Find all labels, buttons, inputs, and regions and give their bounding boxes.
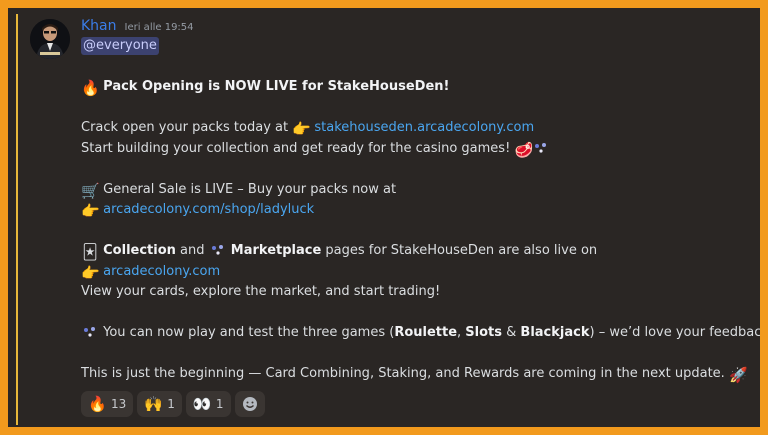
discord-message-frame: Khan Ieri alle 19:54 @everyone 🔥 Pack Op… <box>8 8 760 427</box>
everyone-mention[interactable]: @everyone <box>81 37 159 55</box>
author-name[interactable]: Khan <box>81 16 117 36</box>
steak-icon: 🥩 <box>514 140 534 159</box>
reaction-count: 1 <box>215 396 224 411</box>
point-right-icon: 👉 <box>81 263 100 282</box>
message-header: Khan Ieri alle 19:54 <box>81 16 757 36</box>
sparkle-icon <box>81 325 99 343</box>
shop-link[interactable]: arcadecolony.com/shop/ladyluck <box>103 202 314 217</box>
reaction-fire[interactable]: 🔥 13 <box>81 390 134 417</box>
text-line: View your cards, explore the market, and… <box>81 282 757 303</box>
text-span: pages for StakeHouseDen are also live on <box>321 243 598 258</box>
collection-bold: Collection <box>103 243 176 258</box>
message-content: Khan Ieri alle 19:54 @everyone 🔥 Pack Op… <box>81 16 760 417</box>
text-line: Crack open your packs today at 👉 stakeho… <box>81 118 757 139</box>
text-span: Crack open your packs today at <box>81 120 293 135</box>
eyes-icon: 👀 <box>192 394 212 413</box>
text-line: Start building your collection and get r… <box>81 139 757 160</box>
arcadecolony-link[interactable]: arcadecolony.com <box>103 264 220 279</box>
avatar[interactable] <box>30 19 70 59</box>
text-span: ) – we’d love your feedback! <box>589 325 760 340</box>
mention-line: @everyone <box>81 36 757 57</box>
text-line: This is just the beginning — Card Combin… <box>81 364 757 385</box>
point-right-icon: 👉 <box>292 120 311 138</box>
stakehouseden-link[interactable]: stakehouseden.arcadecolony.com <box>314 120 534 135</box>
text-line: 🛒 General Sale is LIVE – Buy your packs … <box>81 180 757 201</box>
fire-icon: 🔥 <box>81 79 100 97</box>
blackjack-bold: Blackjack <box>520 325 590 340</box>
shopping-cart-icon: 🛒 <box>81 181 100 200</box>
text-span: & <box>502 325 521 340</box>
roulette-bold: Roulette <box>394 325 458 340</box>
reaction-eyes[interactable]: 👀 1 <box>185 390 231 417</box>
text-span: and <box>175 243 209 258</box>
point-right-icon: 👉 <box>81 202 100 220</box>
sparkle-icon <box>532 141 550 159</box>
rocket-icon: 🚀 <box>728 366 748 384</box>
message-timestamp[interactable]: Ieri alle 19:54 <box>125 18 194 38</box>
reaction-count: 13 <box>111 396 127 411</box>
text-span: General Sale is LIVE – Buy your packs no… <box>99 181 397 197</box>
sparkle-icon <box>209 243 227 261</box>
reaction-count: 1 <box>167 396 175 411</box>
text-span: View your cards, explore the market, and… <box>81 284 441 299</box>
text-span: This is just the beginning — Card Combin… <box>81 366 729 381</box>
announcement-title: Pack Opening is NOW LIVE for StakeHouseD… <box>103 79 450 94</box>
raised-hands-icon: 🙌 <box>144 394 163 413</box>
marketplace-bold: Marketplace <box>230 243 322 258</box>
text-span: You can now play and test the three game… <box>99 325 395 340</box>
smiley-icon <box>242 396 257 411</box>
mention-highlight-bar <box>16 14 18 425</box>
text-line: 👉 arcadecolony.com <box>81 262 757 283</box>
title-line: 🔥 Pack Opening is NOW LIVE for StakeHous… <box>81 77 757 98</box>
text-line: 🃏 Collection and Marketplace pages for S… <box>81 241 757 262</box>
playing-cards-icon: 🃏 <box>82 243 98 261</box>
reaction-raised-hands[interactable]: 🙌 1 <box>137 390 182 417</box>
fire-icon: 🔥 <box>88 394 107 413</box>
text-line: You can now play and test the three game… <box>81 323 760 344</box>
add-reaction-button[interactable] <box>234 390 265 417</box>
avatar-image <box>30 19 70 59</box>
slots-bold: Slots <box>465 325 502 340</box>
text-span: Start building your collection and get r… <box>81 140 515 156</box>
text-line: 👉 arcadecolony.com/shop/ladyluck <box>81 200 757 221</box>
reactions-bar: 🔥 13 🙌 1 👀 1 <box>81 390 757 417</box>
